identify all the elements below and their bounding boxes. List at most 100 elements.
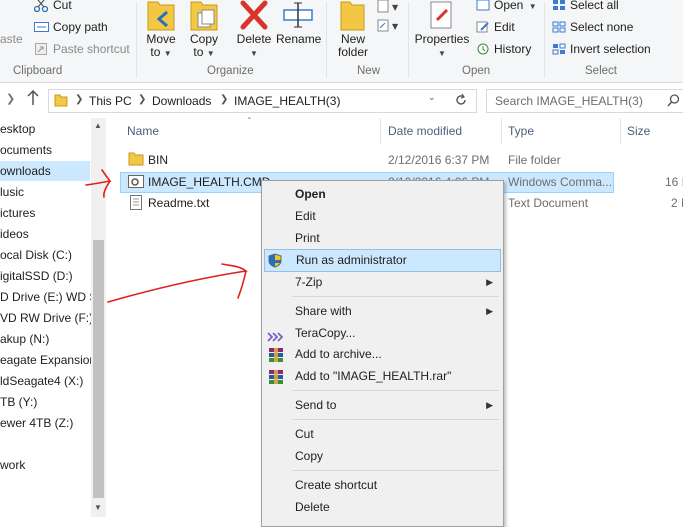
select-all-icon: [552, 0, 566, 11]
winrar-icon: [268, 369, 284, 392]
nav-item-local-disk-c[interactable]: ocal Disk (C:): [0, 245, 72, 265]
refresh-icon[interactable]: [454, 93, 468, 110]
nav-item-drive-e[interactable]: D Drive (E:) WD S: [0, 287, 97, 307]
menu-item-share-with[interactable]: Share with ▶: [262, 301, 503, 322]
new-folder-icon: [334, 0, 372, 33]
sort-up-icon: ⌃: [246, 116, 253, 125]
easy-access-icon[interactable]: ▼: [377, 19, 401, 33]
nav-item-backup-n[interactable]: akup (N:): [0, 329, 49, 349]
nav-item-oldseagate4-x[interactable]: ldSeagate4 (X:): [0, 371, 83, 391]
file-type: Windows Comma...: [508, 175, 613, 189]
nav-item-documents[interactable]: ocuments: [0, 140, 52, 160]
properties-button[interactable]: Properties ▼: [414, 0, 470, 60]
search-input[interactable]: Search IMAGE_HEALTH(3): [486, 89, 683, 113]
menu-item-open[interactable]: Open: [262, 184, 503, 205]
select-none-button[interactable]: Select none: [552, 20, 633, 34]
menu-item-add-to-archive[interactable]: Add to archive...: [262, 344, 503, 365]
paste-shortcut-button[interactable]: Paste shortcut: [34, 42, 130, 56]
menu-item-run-as-administrator[interactable]: Run as administrator: [264, 249, 501, 272]
address-bar[interactable]: ❯ This PC ❯ Downloads ❯ IMAGE_HEALTH(3) …: [48, 89, 477, 113]
breadcrumb-chevron-icon[interactable]: ❯: [220, 94, 228, 105]
file-name: BIN: [148, 153, 169, 167]
copy-to-icon: [187, 0, 221, 33]
nav-item-dvd-rw-f[interactable]: VD RW Drive (F:) .: [0, 308, 100, 328]
open-button[interactable]: Open ▼: [476, 0, 537, 12]
menu-item-copy[interactable]: Copy: [262, 446, 503, 467]
edit-label: Edit: [494, 20, 515, 34]
clipboard-group-label: Clipboard: [13, 65, 63, 77]
menu-item-create-shortcut[interactable]: Create shortcut: [262, 475, 503, 496]
cut-button[interactable]: Cut: [33, 0, 72, 13]
rename-button[interactable]: Rename: [276, 0, 321, 46]
search-icon[interactable]: [667, 94, 680, 110]
new-item-icon[interactable]: ▼: [377, 0, 401, 14]
ribbon-separator: [544, 2, 545, 78]
up-arrow-icon[interactable]: [26, 89, 40, 110]
menu-item-print[interactable]: Print: [262, 228, 503, 249]
menu-item-add-to-rar[interactable]: Add to "IMAGE_HEALTH.rar": [262, 366, 503, 387]
copy-path-button[interactable]: Copy path: [34, 20, 108, 34]
nav-item-pictures[interactable]: ictures: [0, 203, 35, 223]
invert-selection-label: Invert selection: [570, 42, 651, 56]
column-separator[interactable]: [501, 118, 502, 144]
submenu-arrow-icon: ▶: [486, 277, 493, 287]
column-header-type[interactable]: Type: [508, 124, 534, 138]
chevron-down-icon[interactable]: ⌄: [428, 92, 436, 103]
nav-item-digitalssd-d[interactable]: igitalSSD (D:): [0, 266, 73, 286]
back-chevron-icon[interactable]: ❯: [6, 92, 15, 105]
edit-icon: [476, 21, 490, 33]
breadcrumb-chevron-icon[interactable]: ❯: [138, 94, 146, 105]
copy-to-button[interactable]: Copy to ▼: [187, 0, 221, 60]
menu-item-label: Send to: [295, 398, 337, 412]
nav-item-videos[interactable]: ideos: [0, 224, 29, 244]
menu-item-send-to[interactable]: Send to ▶: [262, 395, 503, 416]
copy-to-label2: to: [193, 45, 204, 59]
nav-item-music[interactable]: lusic: [0, 182, 24, 202]
select-none-label: Select none: [570, 20, 634, 34]
breadcrumb-downloads[interactable]: Downloads: [152, 94, 211, 108]
file-type: File folder: [508, 153, 561, 167]
column-header-date-modified[interactable]: Date modified: [388, 124, 462, 138]
column-header-size[interactable]: Size: [627, 124, 650, 138]
nav-scrollbar-thumb[interactable]: [93, 240, 104, 498]
nav-item-downloads[interactable]: ownloads: [0, 161, 90, 181]
rename-icon: [276, 0, 320, 33]
scroll-down-icon[interactable]: ▼: [94, 503, 102, 512]
edit-button[interactable]: Edit: [476, 20, 515, 34]
invert-selection-button[interactable]: Invert selection: [552, 42, 651, 56]
column-separator[interactable]: [620, 118, 621, 144]
new-folder-button[interactable]: New folder: [334, 0, 372, 59]
delete-icon: [234, 0, 274, 33]
open-icon: [476, 0, 490, 11]
menu-item-label: Print: [295, 231, 320, 245]
paste-shortcut-label: Paste shortcut: [53, 42, 130, 56]
breadcrumb-this-pc[interactable]: This PC: [89, 94, 132, 108]
menu-item-label: Copy: [295, 449, 324, 463]
nav-item-drive-y[interactable]: TB (Y:): [0, 392, 37, 412]
menu-item-teracopy[interactable]: TeraCopy...: [262, 323, 503, 344]
history-button[interactable]: History: [476, 42, 531, 56]
menu-item-label: Cut: [295, 427, 314, 441]
nav-item-desktop[interactable]: esktop: [0, 119, 35, 139]
menu-item-edit[interactable]: Edit: [262, 206, 503, 227]
column-header-name[interactable]: Name: [127, 124, 159, 138]
menu-item-cut[interactable]: Cut: [262, 424, 503, 445]
move-to-button[interactable]: Move to ▼: [144, 0, 178, 60]
svg-text:▼: ▼: [392, 3, 399, 12]
search-placeholder: Search IMAGE_HEALTH(3): [495, 94, 643, 108]
file-name: Readme.txt: [148, 196, 210, 210]
menu-separator: [292, 419, 499, 420]
paste-button[interactable]: aste: [0, 32, 23, 46]
menu-item-delete[interactable]: Delete: [262, 497, 503, 518]
scroll-up-icon[interactable]: ▲: [94, 121, 102, 130]
breadcrumb-chevron-icon[interactable]: ❯: [75, 94, 83, 105]
select-all-button[interactable]: Select all: [552, 0, 619, 12]
nav-item-drive-z[interactable]: ewer 4TB (Z:): [0, 413, 73, 433]
menu-item-7zip[interactable]: 7-Zip ▶: [262, 272, 503, 293]
nav-item-seagate-expansion[interactable]: eagate Expansion: [0, 350, 96, 370]
breadcrumb-current-folder[interactable]: IMAGE_HEALTH(3): [234, 94, 340, 108]
menu-separator: [292, 296, 499, 297]
nav-item-network[interactable]: work: [0, 455, 25, 475]
delete-button[interactable]: Delete ▼: [234, 0, 274, 60]
column-separator[interactable]: [380, 118, 381, 144]
